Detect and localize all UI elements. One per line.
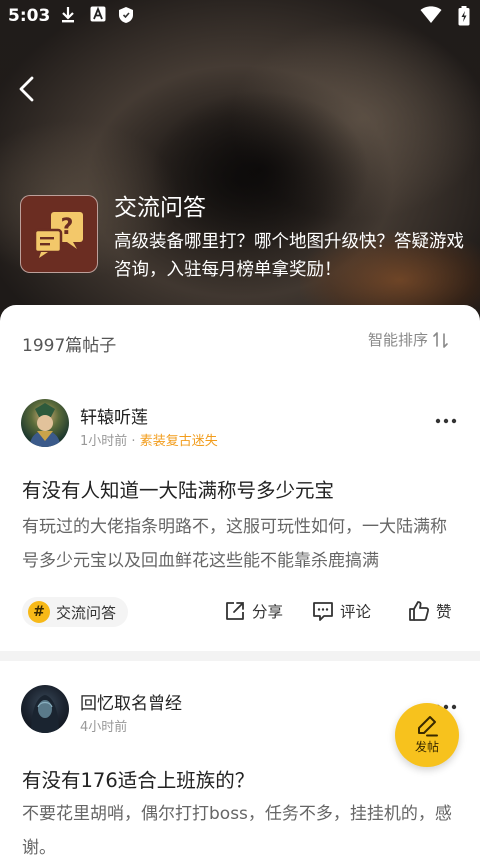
author-name[interactable]: 回忆取名曾经 (80, 689, 182, 714)
avatar-image (31, 695, 59, 733)
avatar[interactable] (21, 399, 69, 447)
post-count: 1997篇帖子 (22, 336, 117, 356)
post-body[interactable]: 不要花里胡哨，偶尔打打boss，任务不多，挂挂机的，感谢。 (22, 797, 458, 855)
share-label: 分享 (252, 603, 284, 621)
status-bar: 5:03 (0, 0, 480, 32)
post-meta: 1小时前 · 素装复古迷失 (80, 430, 218, 449)
sort-button[interactable]: 智能排序 (368, 329, 428, 350)
post-title[interactable]: 有没有176适合上班族的？ (22, 764, 254, 793)
topic-header-banner: 5:03 ? 交流问答 高级装备哪里打？哪个地图升级快？答疑游戏咨询，入驻每月榜… (0, 0, 480, 330)
post-body[interactable]: 有玩过的大佬指条明路不，这服可玩性如何，一大陆满称号多少元宝以及回血鲜花这些能不… (22, 510, 458, 578)
comment-icon (313, 602, 333, 621)
post-title[interactable]: 有没有人知道一大陆满称号多少元宝 (22, 474, 334, 503)
post-time: 4小时前 (80, 720, 128, 735)
like-button[interactable]: 赞 (408, 600, 452, 622)
comment-label: 评论 (340, 603, 372, 621)
avatar-image (29, 403, 61, 447)
thumbs-up-icon (409, 601, 430, 621)
hash-icon: # (28, 601, 50, 623)
wifi-icon (420, 6, 442, 23)
back-button[interactable] (12, 72, 42, 106)
new-post-label: 发帖 (414, 740, 439, 754)
author-name[interactable]: 轩辕听莲 (80, 403, 148, 428)
post-card[interactable]: 轩辕听莲 1小时前 · 素装复古迷失 有没有人知道一大陆满称号多少元宝 有玩过的… (0, 397, 480, 657)
topic-chip-label: 交流问答 (56, 603, 117, 622)
share-icon (226, 602, 244, 620)
topic-qa-icon: ? (20, 195, 98, 273)
more-icon[interactable] (434, 416, 458, 426)
post-divider (0, 651, 480, 661)
svg-text:?: ? (61, 215, 74, 240)
like-label: 赞 (436, 603, 452, 621)
topic-description: 高级装备哪里打？哪个地图升级快？答疑游戏咨询，入驻每月榜单拿奖励！ (114, 232, 464, 280)
sort-label: 智能排序 (367, 331, 428, 349)
comment-button[interactable]: 评论 (312, 600, 371, 622)
font-a-icon (90, 6, 106, 22)
topic-title: 交流问答 (114, 195, 206, 221)
post-meta: 4小时前 (80, 716, 127, 735)
meta-separator: · (131, 434, 136, 449)
battery-icon (458, 6, 470, 26)
share-button[interactable]: 分享 (224, 600, 283, 622)
status-time: 5:03 (8, 6, 51, 26)
post-time: 1小时前 (80, 434, 128, 449)
download-icon (62, 7, 74, 23)
pen-icon (418, 716, 438, 737)
avatar[interactable] (21, 685, 69, 733)
question-bubble-icon: ? (33, 212, 83, 258)
topic-chip[interactable]: # 交流问答 (22, 597, 129, 627)
sort-icon[interactable] (432, 331, 450, 349)
server-tag[interactable]: 素装复古迷失 (140, 434, 218, 449)
new-post-button[interactable]: 发帖 (395, 703, 459, 767)
banner-cave-shape (150, 90, 370, 250)
post-list-sheet: 1997篇帖子 智能排序 轩辕听莲 1小时前 · 素装复古迷失 有没有人知道一大… (0, 305, 480, 855)
shield-icon (119, 7, 133, 23)
